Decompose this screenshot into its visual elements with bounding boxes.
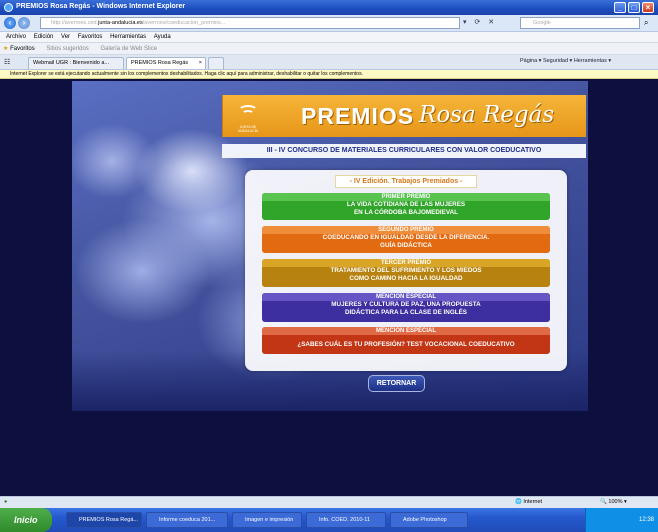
tab-close-icon[interactable]: × <box>199 58 202 69</box>
award-head: PRIMER PREMIO <box>262 193 550 201</box>
taskbar-item-info-coed[interactable]: Info. COED. 2010-11 <box>306 512 386 528</box>
award-segundo-premio[interactable]: SEGUNDO PREMIO COEDUCANDO EN IGUALDAD DE… <box>262 226 550 253</box>
tab-row: ☷ Webmail UGR : Bienvenido a... PREMIOS … <box>0 55 658 70</box>
award-tercer-premio[interactable]: TERCER PREMIO TRATAMIENTO DEL SUFRIMIENT… <box>262 259 550 287</box>
clock[interactable]: 12:38 <box>639 517 654 523</box>
search-input[interactable]: Google <box>520 17 640 29</box>
contest-subtitle: III - IV CONCURSO DE MATERIALES CURRICUL… <box>222 144 586 158</box>
award-title-line: DIDÁCTICA PARA LA CLASE DE INGLÉS <box>345 309 467 316</box>
security-zone[interactable]: 🌐 Internet <box>515 497 542 508</box>
award-mencion-especial-2[interactable]: MENCIÓN ESPECIAL ¿SABES CUÁL ES TU PROFE… <box>262 327 550 354</box>
url-domain: junta-andalucia.es <box>98 20 143 26</box>
tab-webmail[interactable]: Webmail UGR : Bienvenido a... <box>28 57 124 69</box>
menu-ver[interactable]: Ver <box>61 32 70 43</box>
url-subdomain: averroes.ced. <box>64 20 99 26</box>
award-title-line: COMO CAMINO HACIA LA IGUALDAD <box>349 275 463 282</box>
search-icon[interactable]: ⌕ <box>644 18 648 28</box>
award-title-line: COEDUCANDO EN IGUALDAD DESDE LA DIFERENC… <box>322 234 490 241</box>
premios-header: JUNTA DE ANDALUCÍA PREMIOS Rosa Regás <box>222 95 586 137</box>
menu-ayuda[interactable]: Ayuda <box>154 32 171 43</box>
edition-heading: - IV Edición. Trabajos Premiados - <box>335 175 477 188</box>
tab-premios-label: PREMIOS Rosa Regás <box>131 60 189 66</box>
url-path: /averroes/coeducacion_premios... <box>142 20 226 26</box>
address-input[interactable]: http://averroes.ced.junta-andalucia.es/a… <box>40 17 460 29</box>
windows-taskbar: Inicio PREMIOS Rosa Regá... Informe coed… <box>0 508 658 532</box>
award-head: MENCIÓN ESPECIAL <box>262 293 550 301</box>
system-tray: 12:38 <box>585 508 658 532</box>
done-icon: ● <box>4 499 8 505</box>
award-title-line: ¿SABES CUÁL ES TU PROFESIÓN? TEST VOCACI… <box>297 341 515 348</box>
favorites-star-icon[interactable]: ★ <box>3 46 8 52</box>
zoom-value: 100% <box>608 499 623 505</box>
awards-panel: - IV Edición. Trabajos Premiados - PRIME… <box>245 170 567 371</box>
header-rosa-regas: Rosa Regás <box>419 102 555 128</box>
new-tab-button[interactable] <box>208 57 224 69</box>
zoom-level[interactable]: 🔍 100% ▾ <box>600 497 627 508</box>
award-title-line: MUJERES Y CULTURA DE PAZ, UNA PROPUESTA <box>331 301 481 308</box>
information-bar[interactable]: Internet Explorer se está ejecutando act… <box>0 70 658 79</box>
logo-arc-inner <box>242 110 254 118</box>
taskbar-item-photoshop[interactable]: Adobe Photoshop <box>390 512 468 528</box>
start-button[interactable]: Inicio <box>0 508 52 532</box>
favorites-label[interactable]: Favoritos <box>10 46 35 52</box>
junta-logo: JUNTA DE ANDALUCÍA <box>231 99 265 133</box>
menu-edicion[interactable]: Edición <box>34 32 54 43</box>
address-bar-row: ‹ › http://averroes.ced.junta-andalucia.… <box>0 15 658 32</box>
forward-button[interactable]: › <box>18 17 30 29</box>
award-head: TERCER PREMIO <box>262 259 550 267</box>
taskbar-item-imagen[interactable]: Imagen e impresión <box>232 512 302 528</box>
page-viewport: JUNTA DE ANDALUCÍA PREMIOS Rosa Regás II… <box>0 79 658 496</box>
menu-archivo[interactable]: Archivo <box>6 32 26 43</box>
window-titlebar: PREMIOS Rosa Regás - Windows Internet Ex… <box>0 0 658 15</box>
award-title-line: GUÍA DIDÁCTICA <box>380 242 432 249</box>
address-actions[interactable]: ▾ ⟳ ✕ <box>463 18 497 26</box>
award-title-line: TRATAMIENTO DEL SUFRIMIENTO Y LOS MIEDOS <box>330 267 482 274</box>
window-title: PREMIOS Rosa Regás - Windows Internet Ex… <box>16 3 186 10</box>
maximize-button[interactable]: □ <box>628 2 640 13</box>
command-bar[interactable]: Página ▾ Seguridad ▾ Herramientas ▾ <box>520 58 611 64</box>
ie-icon <box>4 3 13 12</box>
menu-bar: Archivo Edición Ver Favoritos Herramient… <box>0 32 658 43</box>
menu-favoritos[interactable]: Favoritos <box>78 32 103 43</box>
award-title-line: EN LA CÓRDOBA BAJOMEDIEVAL <box>353 209 459 216</box>
suggested-sites-link[interactable]: Sitios sugeridos <box>46 46 88 52</box>
web-slice-gallery-link[interactable]: Galería de Web Slice <box>100 46 157 52</box>
taskbar-item-premios[interactable]: PREMIOS Rosa Regá... <box>66 512 142 528</box>
award-title-line: LA VIDA COTIDIANA DE LAS MUJERES <box>346 201 466 208</box>
close-button[interactable]: × <box>642 2 654 13</box>
back-button[interactable]: ‹ <box>4 17 16 29</box>
quick-tabs-icon[interactable]: ☷ <box>4 58 10 66</box>
premios-stage: JUNTA DE ANDALUCÍA PREMIOS Rosa Regás II… <box>72 81 588 411</box>
award-primer-premio[interactable]: PRIMER PREMIO LA VIDA COTIDIANA DE LAS M… <box>262 193 550 220</box>
award-head: SEGUNDO PREMIO <box>262 226 550 234</box>
retornar-button[interactable]: RETORNAR <box>368 375 425 392</box>
status-bar: ● 🌐 Internet 🔍 100% ▾ <box>0 496 658 508</box>
logo-text: JUNTA DE ANDALUCÍA <box>237 125 259 133</box>
zone-label: Internet <box>523 499 543 505</box>
search-placeholder: Google <box>533 20 551 26</box>
award-head: MENCIÓN ESPECIAL <box>262 327 550 335</box>
taskbar-item-informe[interactable]: Informe coeduca 201... <box>146 512 228 528</box>
award-mencion-especial-1[interactable]: MENCIÓN ESPECIAL MUJERES Y CULTURA DE PA… <box>262 293 550 322</box>
favorites-bar: ★ Favoritos Sitios sugeridos Galería de … <box>0 43 658 55</box>
minimize-button[interactable]: _ <box>614 2 626 13</box>
header-premios: PREMIOS <box>301 103 415 129</box>
url-prefix: http:// <box>51 20 65 26</box>
menu-herramientas[interactable]: Herramientas <box>110 32 146 43</box>
tab-premios[interactable]: PREMIOS Rosa Regás × <box>126 57 206 69</box>
